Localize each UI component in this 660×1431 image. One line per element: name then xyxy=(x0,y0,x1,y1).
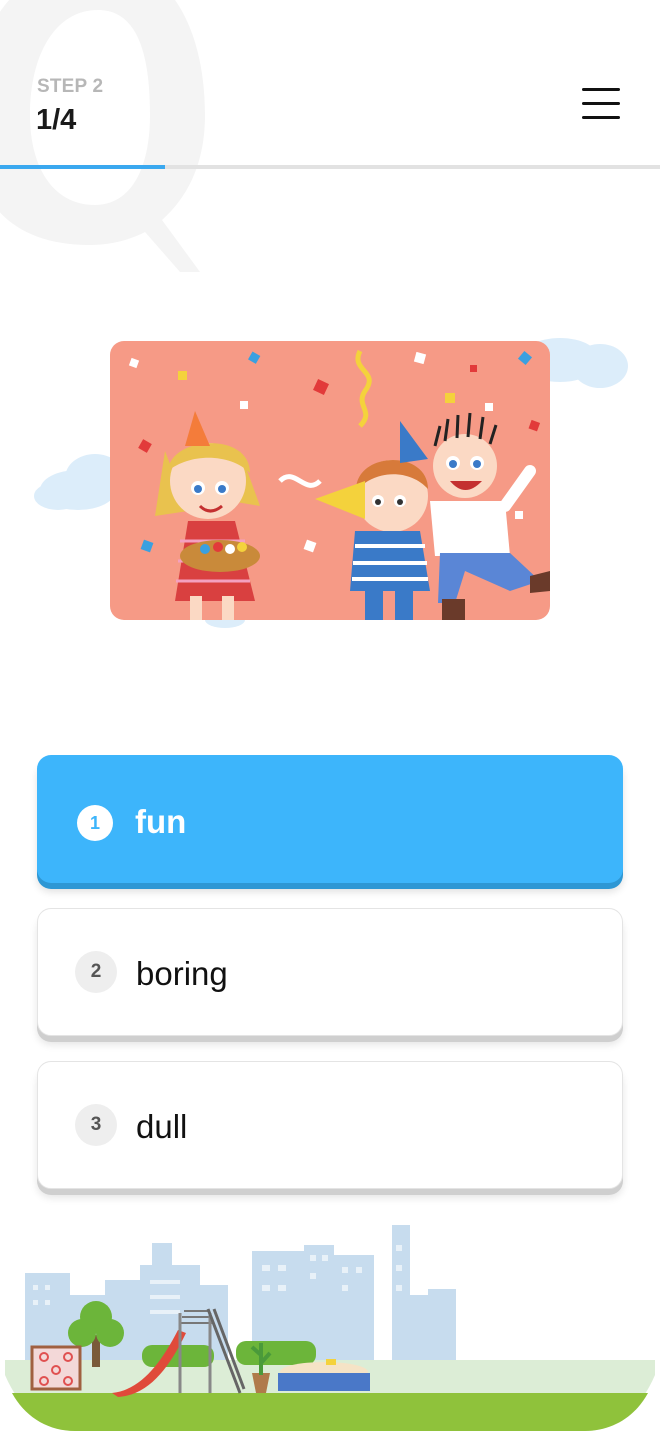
option-number-badge: 1 xyxy=(77,805,113,841)
illustration-area xyxy=(0,320,660,640)
option-text: fun xyxy=(135,803,187,840)
option-1[interactable]: 1 fun xyxy=(37,755,623,883)
progress-counter: 1/4 xyxy=(36,104,77,136)
option-3[interactable]: 3 dull xyxy=(37,1061,623,1189)
option-2[interactable]: 2 boring xyxy=(37,908,623,1036)
step-label: STEP 2 xyxy=(37,76,104,97)
header: STEP 2 1/4 xyxy=(0,0,660,170)
menu-button[interactable] xyxy=(582,88,620,124)
hamburger-menu-icon xyxy=(582,88,620,91)
party-illustration xyxy=(110,341,550,620)
option-number-badge: 3 xyxy=(75,1104,117,1146)
option-text: boring xyxy=(136,955,228,992)
playground-scene xyxy=(5,1225,655,1431)
answer-options: 1 fun 2 boring 3 dull xyxy=(37,755,623,1214)
option-number-badge: 2 xyxy=(75,951,117,993)
progress-bar xyxy=(0,165,660,169)
progress-bar-fill xyxy=(0,165,165,169)
option-text: dull xyxy=(136,1108,188,1145)
